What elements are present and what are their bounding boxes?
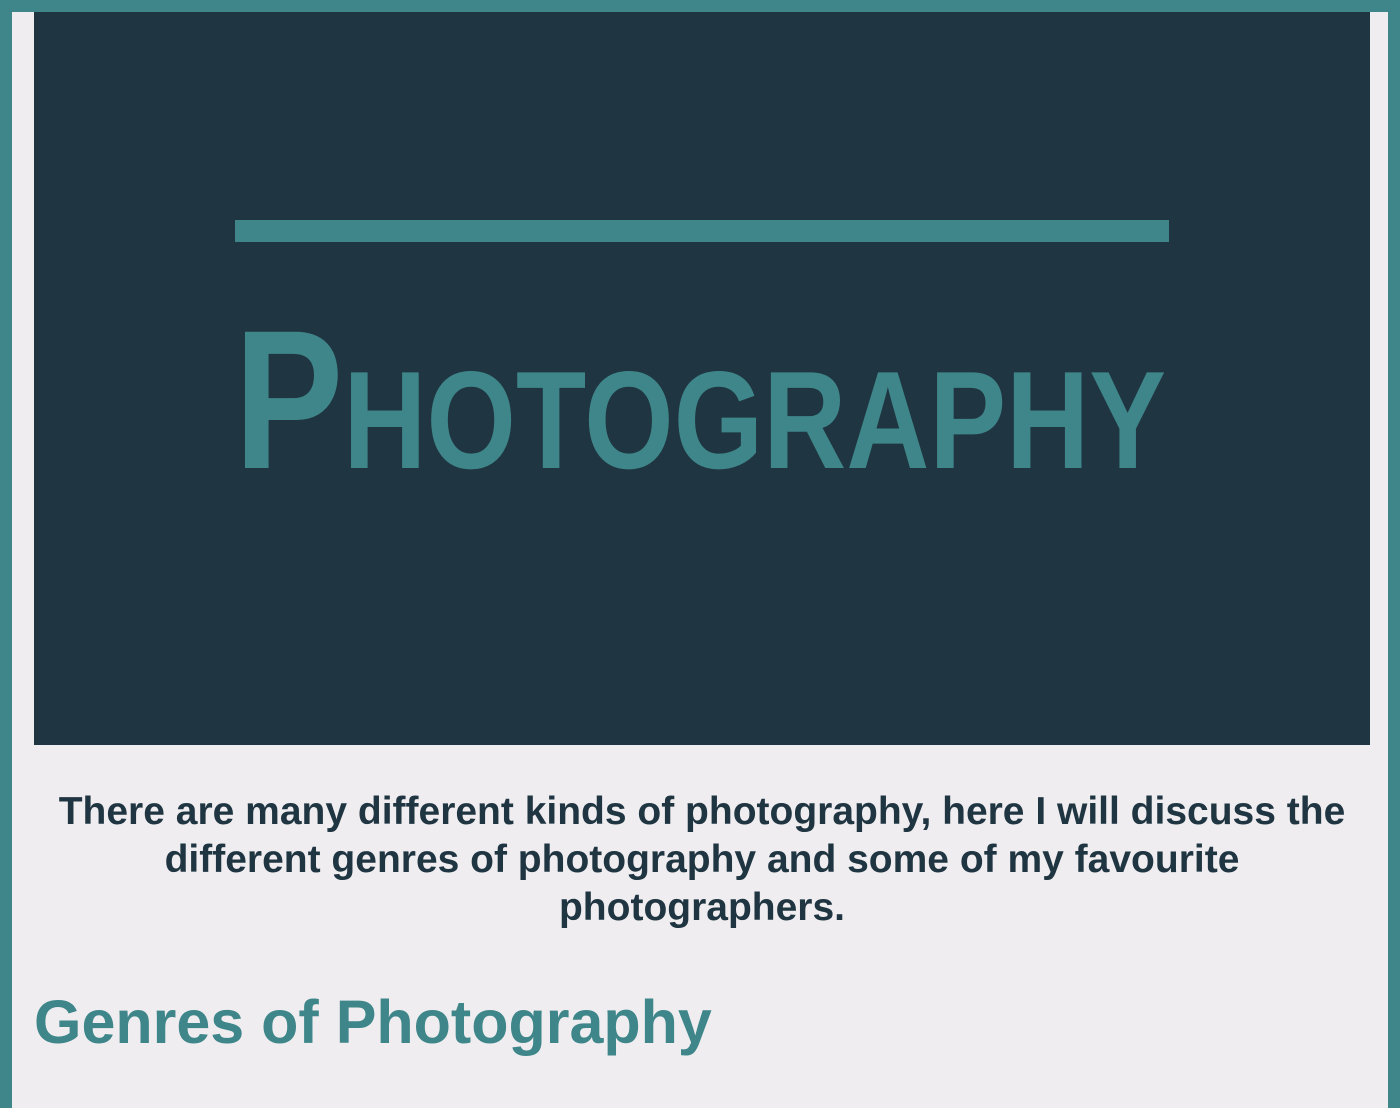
hero-divider xyxy=(235,220,1169,242)
page-frame: Photography There are many different kin… xyxy=(0,0,1400,1108)
section-heading-genres: Genres of Photography xyxy=(34,988,712,1056)
hero-banner: Photography xyxy=(34,12,1370,745)
intro-paragraph: There are many different kinds of photog… xyxy=(58,790,1346,929)
hero-title: Photography xyxy=(234,284,1174,474)
hero-title-graphic: Photography xyxy=(234,289,1166,474)
hero-title-text: Photography xyxy=(234,289,1166,474)
